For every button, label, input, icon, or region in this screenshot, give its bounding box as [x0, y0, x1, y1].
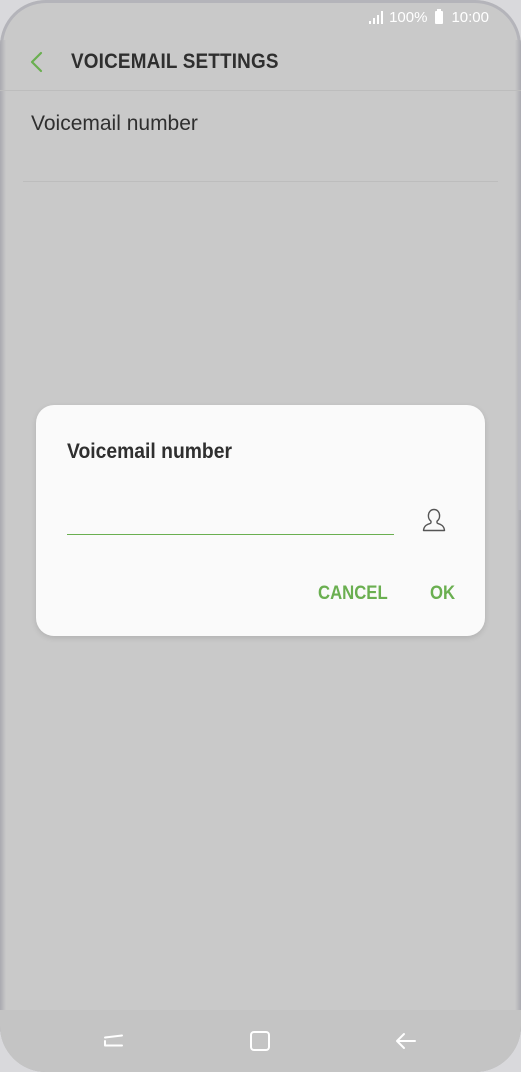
- dialog-title: Voicemail number: [67, 440, 232, 463]
- cancel-button[interactable]: CANCEL: [318, 583, 388, 605]
- phone-screen: 100% 10:00 VOICEMAIL SETTINGS Voicemail …: [0, 0, 521, 1072]
- status-bar: 100% 10:00: [0, 0, 521, 34]
- list-item-voicemail-number[interactable]: Voicemail number: [0, 91, 521, 181]
- ok-button[interactable]: OK: [430, 583, 455, 605]
- frame-edge-left: [0, 40, 6, 1032]
- list-item-label: Voicemail number: [31, 112, 198, 135]
- voicemail-number-dialog: Voicemail number CANCEL OK: [36, 405, 485, 636]
- page-title: VOICEMAIL SETTINGS: [71, 50, 279, 73]
- back-icon[interactable]: [393, 1028, 419, 1054]
- navigation-bar: [0, 1010, 521, 1072]
- battery-percentage: 100%: [389, 8, 428, 26]
- app-bar: VOICEMAIL SETTINGS: [0, 34, 521, 90]
- recents-icon[interactable]: [101, 1028, 127, 1054]
- chevron-left-icon[interactable]: [26, 50, 50, 74]
- battery-icon: [435, 8, 444, 24]
- frame-edge-right: [515, 40, 521, 1032]
- voicemail-number-input[interactable]: [67, 503, 394, 535]
- clock: 10:00: [451, 8, 489, 26]
- contact-person-icon[interactable]: [421, 506, 447, 534]
- list-divider: [23, 181, 498, 182]
- signal-icon: [369, 10, 384, 24]
- home-icon[interactable]: [247, 1028, 273, 1054]
